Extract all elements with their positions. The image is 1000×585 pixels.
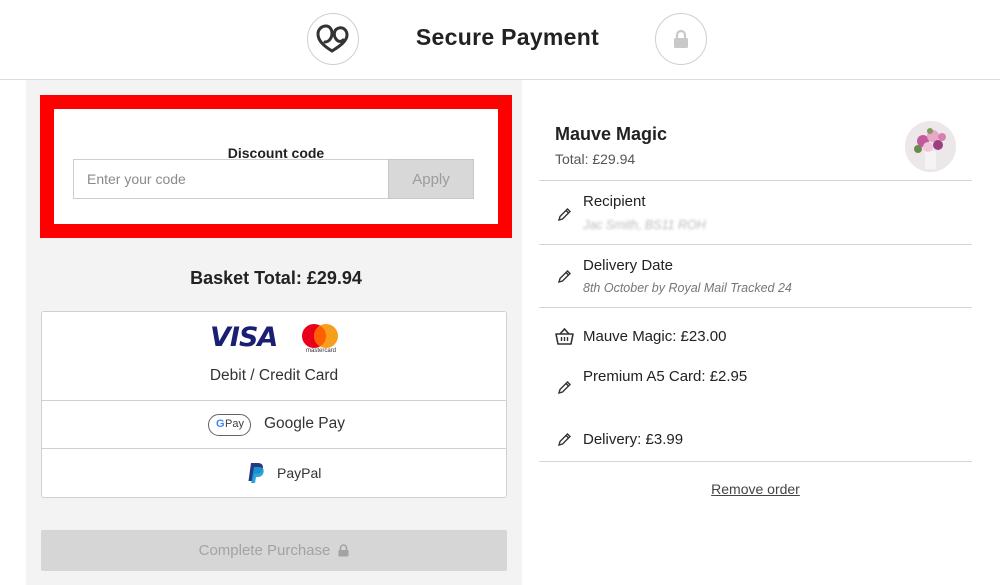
payment-option-google-pay[interactable]: G Pay Google Pay [42,401,506,449]
heart-logo-icon[interactable] [307,13,359,65]
product-thumbnail [905,121,956,172]
recipient-title: Recipient [583,193,646,210]
pencil-icon[interactable] [557,380,572,395]
mastercard-text: mastercard [305,348,336,354]
delivery-date-value: 8th October by Royal Mail Tracked 24 [583,281,792,295]
lock-icon [655,13,707,65]
recipient-value: Jac Smith, BS11 ROH [583,218,706,232]
basket-total: Basket Total: £29.94 [190,268,362,288]
pencil-icon[interactable] [557,432,572,447]
order-line-items: Mauve Magic: £23.00 Premium A5 Card: £2.… [539,308,972,462]
product-name: Mauve Magic [555,124,668,144]
pencil-icon[interactable] [557,269,572,284]
complete-purchase-label: Complete Purchase [198,542,331,559]
google-pay-icon: G Pay [208,414,251,436]
lock-icon [338,544,349,557]
remove-order-link[interactable]: Remove order [711,481,800,497]
visa-logo: VISA [210,322,278,353]
google-pay-label: Google Pay [264,415,345,432]
pencil-icon[interactable] [557,207,572,222]
payment-methods: VISA mastercard Debit / Credit Card G Pa… [41,311,507,498]
discount-code-section: Discount code Apply [40,95,512,238]
order-summary-header: Mauve Magic Total: £29.94 [539,80,972,181]
line-item-delivery: Delivery: £3.99 [583,431,684,448]
discount-code-input[interactable] [73,159,388,199]
payment-option-card[interactable]: VISA mastercard Debit / Credit Card [42,312,506,401]
delivery-date-title: Delivery Date [583,257,674,274]
line-item-card: Premium A5 Card: £2.95 [583,368,748,385]
remove-order-link-wrap: Remove order [539,481,972,497]
paypal-label: PayPal [277,465,322,481]
page-header: Secure Payment [0,0,1000,80]
order-total: Total: £29.94 [555,151,636,167]
line-item-product: Mauve Magic: £23.00 [583,328,727,345]
apply-button[interactable]: Apply [388,159,474,199]
complete-purchase-button[interactable]: Complete Purchase [41,530,507,571]
paypal-icon [248,463,264,483]
page-title: Secure Payment [415,24,600,50]
delivery-date-row[interactable]: Delivery Date 8th October by Royal Mail … [539,245,972,308]
card-option-label: Debit / Credit Card [209,367,339,384]
payment-option-paypal[interactable]: PayPal [42,449,506,497]
basket-icon [555,328,574,345]
recipient-row[interactable]: Recipient Jac Smith, BS11 ROH [539,181,972,245]
